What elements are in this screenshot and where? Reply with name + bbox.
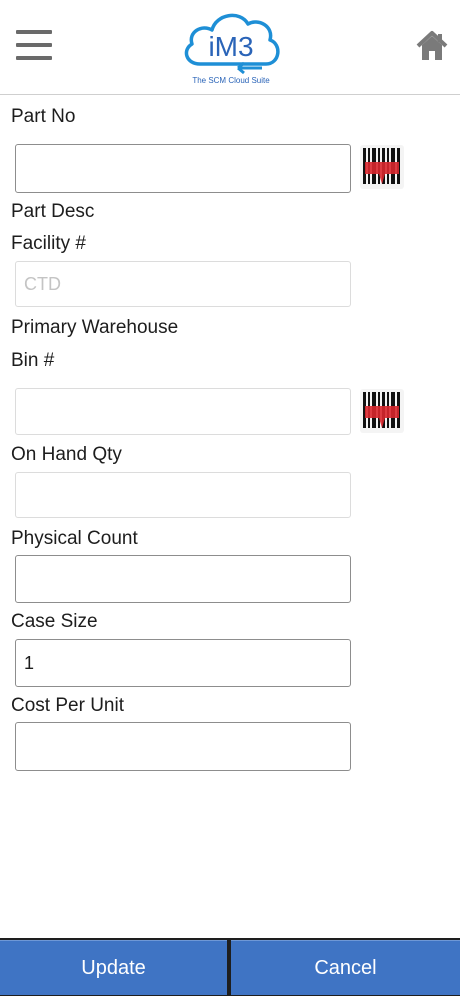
bin-input[interactable]	[15, 388, 351, 435]
logo-tagline: The SCM Cloud Suite	[192, 76, 270, 85]
case-size-input[interactable]	[15, 639, 351, 687]
facility-label: Facility #	[11, 233, 86, 254]
barcode-scanner-icon[interactable]	[359, 388, 405, 434]
on-hand-qty-input[interactable]	[15, 472, 351, 518]
hamburger-menu-icon[interactable]	[14, 28, 54, 62]
part-no-input[interactable]	[15, 144, 351, 193]
physical-count-label: Physical Count	[11, 528, 138, 549]
case-size-label: Case Size	[11, 611, 98, 632]
primary-warehouse-label: Primary Warehouse	[11, 317, 179, 338]
physical-count-input[interactable]	[15, 555, 351, 603]
im3-logo: iM3 The SCM Cloud Suite	[178, 6, 284, 90]
on-hand-qty-label: On Hand Qty	[11, 444, 122, 465]
home-icon[interactable]	[414, 28, 450, 64]
cost-per-unit-label: Cost Per Unit	[11, 695, 124, 716]
logo-text: iM3	[208, 31, 253, 62]
cancel-button[interactable]: Cancel	[231, 940, 460, 995]
cloud-logo-icon: iM3	[184, 13, 280, 75]
bin-label: Bin #	[11, 350, 55, 371]
part-desc-label: Part Desc	[11, 201, 95, 222]
barcode-scanner-icon[interactable]	[359, 144, 405, 190]
app-header: iM3 The SCM Cloud Suite	[0, 0, 460, 95]
cost-per-unit-input[interactable]	[15, 722, 351, 771]
action-bar: Update Cancel	[0, 938, 460, 996]
part-no-label: Part No	[11, 106, 76, 127]
update-button[interactable]: Update	[0, 940, 227, 995]
inventory-count-screen: iM3 The SCM Cloud Suite Part No Part Des…	[0, 0, 460, 996]
facility-input[interactable]	[15, 261, 351, 307]
